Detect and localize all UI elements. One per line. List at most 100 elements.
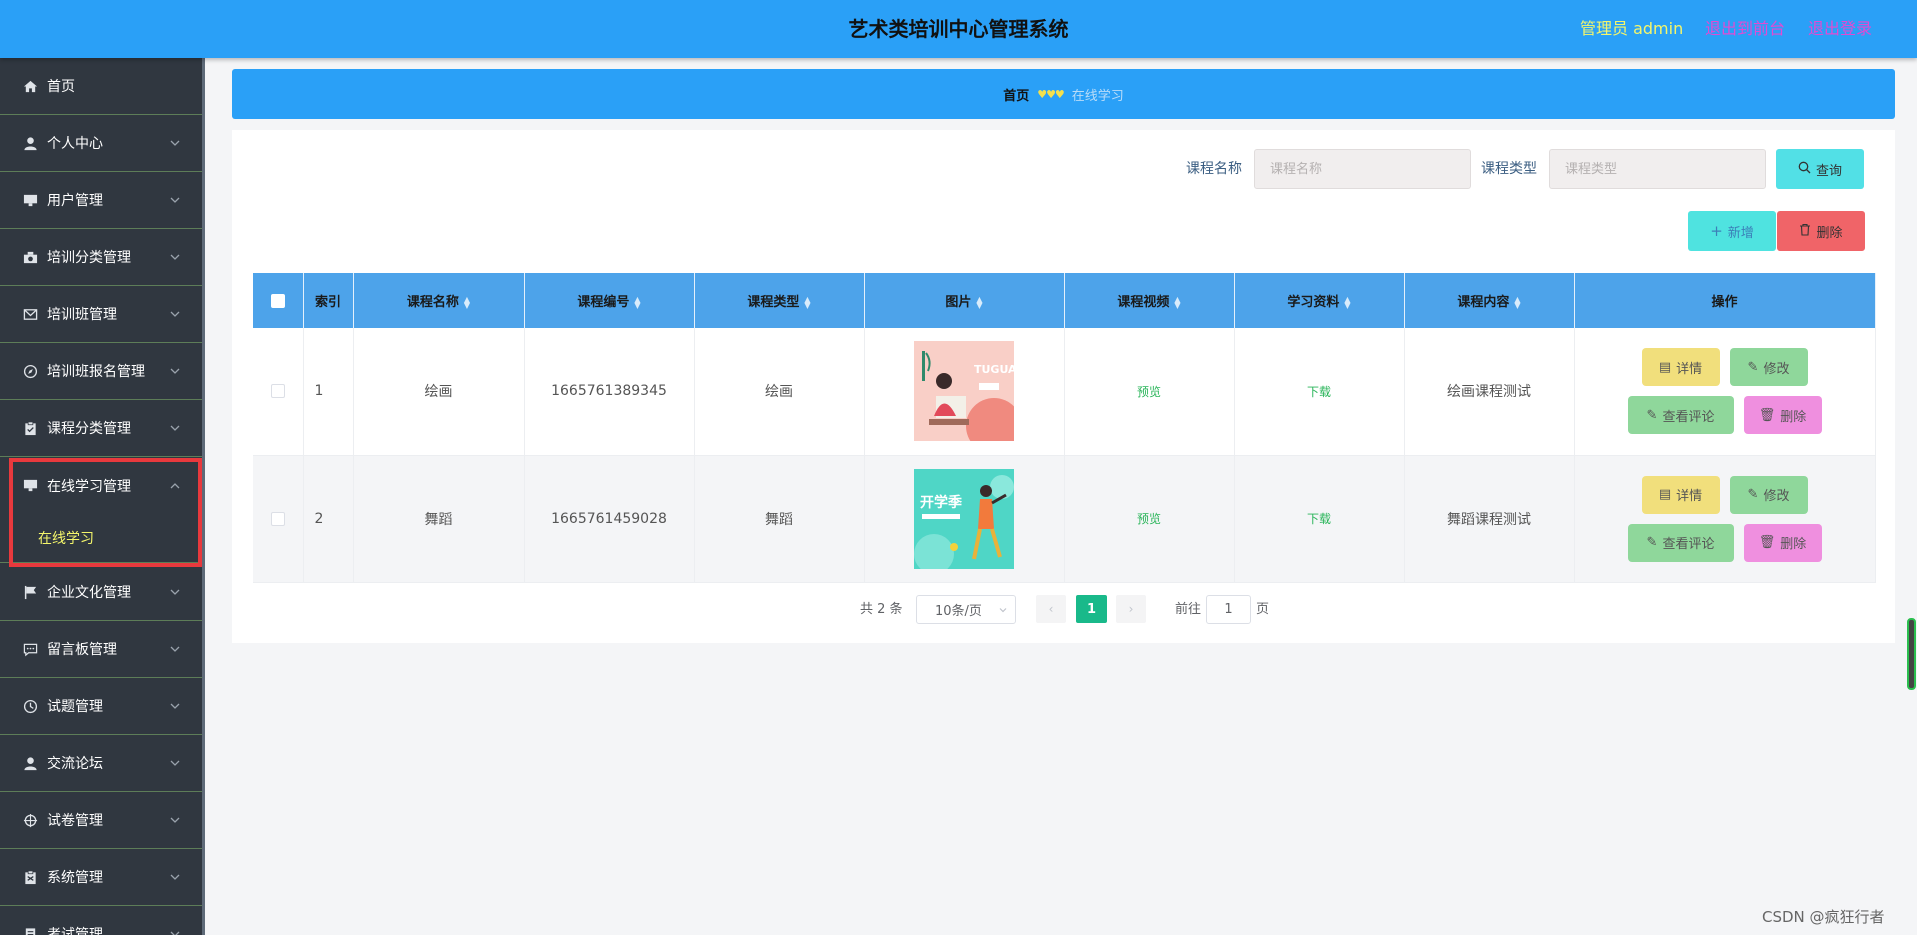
sidebar-item-forum[interactable]: 交流论坛 (0, 735, 202, 792)
header-course-video[interactable]: 课程视频 ▲ ▼ (1064, 273, 1235, 328)
clock-icon (22, 698, 38, 714)
watermark: CSDN @疯狂行者 (1762, 908, 1885, 926)
sidebar-item-course-category[interactable]: 课程分类管理 (0, 400, 202, 457)
row-image-cell: TUGUAI (864, 328, 1065, 456)
trash-icon: 🗑 (1758, 535, 1776, 550)
row-checkbox[interactable] (270, 384, 285, 399)
row-course-code: 1665761389345 (524, 328, 695, 456)
goto-page-input[interactable] (1206, 595, 1251, 624)
chevron-down-icon (170, 817, 180, 823)
table-header-row: 索引 课程名称 ▲ ▼ 课程编号 ▲ ▼ 课程类型 ▲ ▼ 图片 ▲ ▼ 课程视频 ▲ ▼ 学习资料… (253, 273, 1876, 328)
sidebar-item-label: 首页 (47, 79, 75, 95)
sidebar-item-label: 企业文化管理 (47, 585, 131, 601)
sort-icon[interactable]: ▲ ▼ (1174, 295, 1180, 309)
scrollbar-thumb[interactable] (1907, 618, 1916, 690)
row-course-content: 绘画课程测试 (1404, 328, 1575, 456)
chevron-down-icon (170, 368, 180, 374)
view-comments-button[interactable]: ✎ 查看评论 (1627, 523, 1734, 562)
prev-page-button[interactable]: ‹ (1036, 595, 1066, 623)
next-page-button[interactable]: › (1116, 595, 1146, 623)
row-video-preview[interactable]: 预览 (1064, 328, 1235, 456)
sort-icon[interactable]: ▲ ▼ (1514, 295, 1520, 309)
sidebar-item-online-learning-management[interactable]: 在线学习管理 (0, 457, 202, 514)
row-checkbox[interactable] (270, 511, 285, 526)
sidebar-item-message-board[interactable]: 留言板管理 (0, 621, 202, 678)
edit-button[interactable]: ✎ 修改 (1729, 348, 1808, 387)
detail-button[interactable]: ▤ 详情 (1641, 475, 1720, 514)
detail-button[interactable]: ▤ 详情 (1641, 348, 1720, 387)
row-course-type: 绘画 (694, 328, 865, 456)
course-type-input[interactable] (1549, 149, 1766, 189)
header-course-content[interactable]: 课程内容 ▲ ▼ (1404, 273, 1575, 328)
document-icon: ▤ (1658, 487, 1672, 502)
sidebar-item-question-management[interactable]: 试题管理 (0, 678, 202, 735)
sidebar-item-label: 试卷管理 (47, 813, 103, 829)
logout-link[interactable]: 退出登录 (1808, 0, 1872, 58)
delete-button[interactable]: 🗑 删除 (1743, 396, 1822, 435)
header-course-code[interactable]: 课程编号 ▲ ▼ (524, 273, 695, 328)
sidebar-item-training-category[interactable]: 培训分类管理 (0, 229, 202, 286)
sort-icon[interactable]: ▲ ▼ (464, 295, 470, 309)
sidebar-item-corporate-culture[interactable]: 企业文化管理 (0, 564, 202, 621)
sidebar-item-personal-center[interactable]: 个人中心 (0, 115, 202, 172)
sort-icon[interactable]: ▲ ▼ (1344, 295, 1350, 309)
delete-button[interactable]: 🗑 删除 (1743, 523, 1822, 562)
header-image[interactable]: 图片 ▲ ▼ (864, 273, 1065, 328)
header-study-material[interactable]: 学习资料 ▲ ▼ (1234, 273, 1405, 328)
course-name-input[interactable] (1254, 149, 1471, 189)
row-material-download[interactable]: 下载 (1234, 328, 1405, 456)
goto-label: 前往 (1175, 602, 1202, 617)
page-size-select[interactable]: 10条/页 (916, 595, 1016, 624)
sidebar-subitem-label: 在线学习 (38, 530, 94, 547)
target-icon (22, 812, 38, 828)
course-thumbnail-painting[interactable]: TUGUAI (914, 341, 1014, 442)
sidebar-item-label: 试题管理 (47, 699, 103, 715)
back-to-front-link[interactable]: 退出到前台 (1705, 0, 1785, 58)
compass-icon (22, 363, 38, 379)
admin-label: 管理员 admin (1580, 19, 1684, 38)
row-video-preview[interactable]: 预览 (1064, 455, 1235, 583)
row-material-download[interactable]: 下载 (1234, 455, 1405, 583)
course-name-label: 课程名称 (1186, 161, 1242, 177)
header-course-type[interactable]: 课程类型 ▲ ▼ (694, 273, 865, 328)
sidebar-item-exam-paper[interactable]: 试卷管理 (0, 792, 202, 849)
sidebar-item-class-registration[interactable]: 培训班报名管理 (0, 343, 202, 400)
chevron-down-icon (170, 197, 180, 203)
sidebar-subitem-online-learning[interactable]: 在线学习 (0, 513, 202, 563)
svg-text:开学季: 开学季 (920, 494, 962, 511)
sidebar-item-home[interactable]: 首页 (0, 58, 202, 115)
sidebar-item-label: 系统管理 (47, 870, 103, 886)
camera-icon (22, 249, 38, 265)
sort-icon[interactable]: ▲ ▼ (976, 295, 982, 309)
sidebar-item-system-management[interactable]: 系统管理 (0, 849, 202, 906)
header-index: 索引 (303, 273, 354, 328)
header-select-all[interactable] (253, 273, 304, 328)
breadcrumb-home[interactable]: 首页 (1003, 85, 1029, 104)
edit-button[interactable]: ✎ 修改 (1729, 475, 1808, 514)
user-icon (22, 135, 38, 151)
edit-icon: ✎ (1747, 487, 1759, 502)
search-icon (1798, 161, 1811, 178)
chevron-down-icon (170, 931, 180, 935)
chevron-right-icon: › (1128, 602, 1134, 616)
select-all-checkbox[interactable] (270, 293, 285, 308)
query-button[interactable]: 查询 (1776, 149, 1864, 189)
breadcrumb-current: 在线学习 (1071, 88, 1124, 104)
row-course-name: 绘画 (353, 328, 525, 456)
course-thumbnail-dance[interactable]: 开学季 (914, 468, 1014, 569)
header-course-name[interactable]: 课程名称 ▲ ▼ (353, 273, 525, 328)
flag-icon (22, 584, 38, 600)
add-button[interactable]: + 新增 (1688, 211, 1776, 251)
page-number-current[interactable]: 1 (1076, 595, 1107, 623)
view-comments-button[interactable]: ✎ 查看评论 (1627, 396, 1734, 435)
sidebar-item-user-management[interactable]: 用户管理 (0, 172, 202, 229)
breadcrumb-separator-icon: ♥♥♥ (1037, 87, 1065, 101)
sort-icon[interactable]: ▲ ▼ (634, 295, 640, 309)
sort-icon[interactable]: ▲ ▼ (804, 295, 810, 309)
breadcrumb: 首页 ♥♥♥ 在线学习 (232, 69, 1895, 119)
sidebar-item-training-class[interactable]: 培训班管理 (0, 286, 202, 343)
sidebar-item-exam-management[interactable]: 考试管理 (0, 906, 202, 935)
sidebar-item-label: 交流论坛 (47, 756, 103, 772)
batch-delete-button[interactable]: 删除 (1777, 211, 1865, 251)
chevron-down-icon (170, 703, 180, 709)
